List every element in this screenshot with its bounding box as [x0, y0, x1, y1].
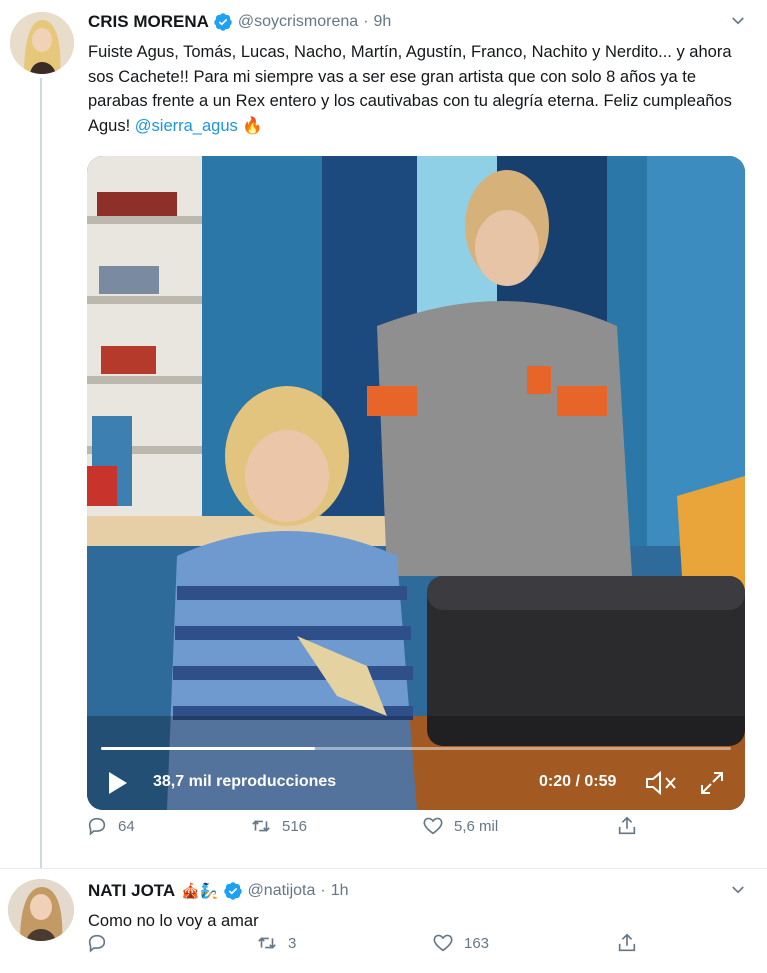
share-icon [618, 816, 636, 835]
like-button[interactable]: 163 [432, 932, 489, 954]
reply-icon [88, 934, 106, 953]
like-icon [423, 817, 443, 835]
video-progress-bar[interactable] [101, 747, 731, 750]
name-emojis: 🎪🧞 [181, 883, 219, 900]
tweet-timestamp[interactable]: 1h [331, 882, 349, 900]
verified-badge-icon [214, 13, 232, 31]
retweet-button[interactable]: 516 [250, 815, 307, 837]
view-count: 38,7 mil reproducciones [153, 773, 337, 790]
reply-button[interactable] [86, 932, 118, 954]
tweet-timestamp[interactable]: 9h [374, 13, 392, 31]
retweet-icon [252, 820, 270, 832]
retweet-button[interactable]: 3 [256, 932, 296, 954]
tweet-nati-jota[interactable]: NATI JOTA 🎪🧞 @natijota · 1h Como no lo v… [0, 868, 767, 973]
tweet-text: Fuiste Agus, Tomás, Lucas, Nacho, Martín… [88, 40, 748, 138]
expand-icon[interactable] [699, 770, 725, 796]
share-button[interactable] [616, 815, 638, 837]
mention-link[interactable]: @sierra_agus [135, 117, 238, 135]
tweet-header: CRIS MORENA @soycrismorena · 9h [88, 12, 391, 32]
video-time: 0:20 / 0:59 [539, 773, 617, 790]
chevron-down-icon[interactable] [729, 881, 747, 899]
share-button[interactable] [616, 932, 638, 954]
retweet-count: 3 [288, 934, 297, 952]
fire-emoji: 🔥 [242, 116, 263, 135]
video-frame [87, 156, 745, 810]
like-count: 5,6 mil [454, 817, 499, 835]
retweet-icon [258, 937, 276, 949]
user-handle[interactable]: @natijota [248, 882, 316, 900]
reply-button[interactable]: 64 [86, 815, 135, 837]
like-button[interactable]: 5,6 mil [422, 815, 498, 837]
display-name[interactable]: CRIS MORENA [88, 12, 209, 32]
tweet-cris-morena[interactable]: CRIS MORENA @soycrismorena · 9h Fuiste A… [0, 0, 767, 868]
display-name[interactable]: NATI JOTA [88, 881, 175, 901]
chevron-down-icon[interactable] [729, 12, 747, 30]
video-controls: 38,7 mil reproducciones 0:20 / 0:59 [87, 740, 745, 810]
video-player[interactable]: 38,7 mil reproducciones 0:20 / 0:59 [87, 156, 745, 810]
avatar[interactable] [10, 12, 74, 74]
separator-dot: · [363, 13, 369, 30]
like-icon [433, 934, 453, 952]
share-icon [618, 933, 636, 952]
mute-icon[interactable] [644, 770, 678, 796]
video-progress-fill [101, 747, 315, 750]
tweet-text: Como no lo voy a amar [88, 912, 259, 930]
verified-badge-icon [223, 882, 242, 900]
reply-icon [88, 817, 106, 836]
reply-count: 64 [118, 817, 135, 835]
tweet-header: NATI JOTA 🎪🧞 @natijota · 1h [88, 881, 349, 901]
separator-dot: · [320, 882, 326, 899]
avatar[interactable] [8, 879, 74, 941]
play-icon[interactable] [107, 770, 129, 796]
user-handle[interactable]: @soycrismorena [238, 13, 358, 31]
retweet-count: 516 [282, 817, 308, 835]
like-count: 163 [464, 934, 490, 952]
